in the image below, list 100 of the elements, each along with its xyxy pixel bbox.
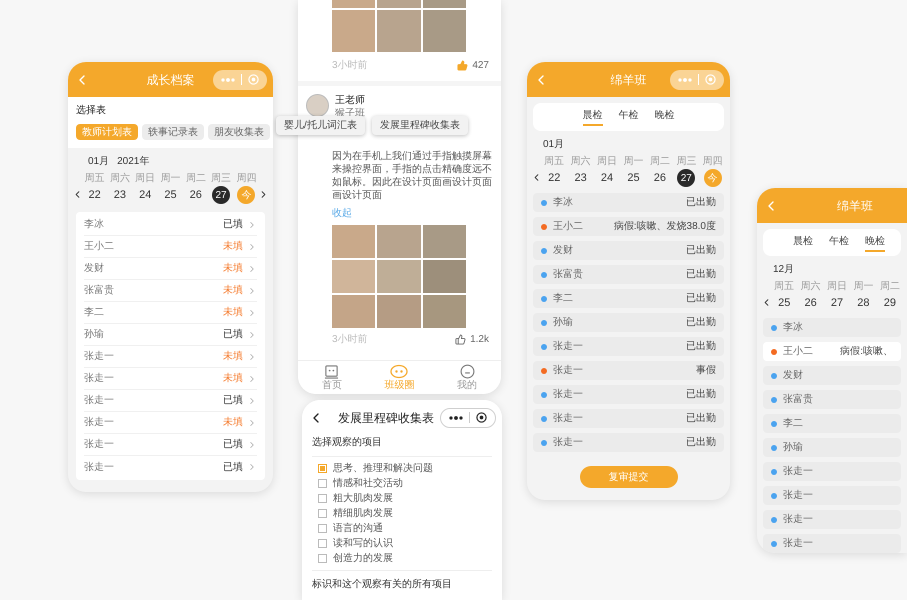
student-row[interactable]: 张走一 未填 — [84, 346, 257, 368]
form-chip[interactable]: 朋友收集表 — [208, 124, 270, 140]
date-label[interactable]: 23 — [114, 186, 126, 204]
checkbox-row[interactable]: 语言的沟通 — [318, 521, 492, 536]
attendance-row[interactable]: 张走一 — [763, 462, 901, 481]
checkbox-row[interactable]: 情感和社交活动 — [318, 476, 492, 491]
attendance-row[interactable]: 张走一 事假 — [533, 361, 724, 380]
attendance-row[interactable]: 孙瑜 已出勤 — [533, 313, 724, 332]
tab[interactable]: 晨检 — [582, 108, 602, 126]
form-chip[interactable]: 发展里程碑收集表 — [372, 116, 468, 135]
date-label[interactable]: 25 — [778, 294, 790, 312]
date-label[interactable]: 22 — [88, 186, 101, 204]
checkbox-row[interactable]: 思考、推理和解决问题 — [318, 461, 492, 476]
attendance-row[interactable]: 张走一 — [763, 510, 901, 529]
attendance-row[interactable]: 张走一 — [763, 534, 901, 553]
date-label[interactable]: 27 — [830, 294, 844, 312]
date-label[interactable]: 24 — [139, 186, 152, 204]
student-row[interactable]: 孙瑜 已填 — [84, 324, 257, 346]
photo-placeholder[interactable] — [377, 295, 421, 328]
photo-placeholder[interactable] — [332, 10, 376, 52]
attendance-row[interactable]: 发财 已出勤 — [533, 241, 724, 260]
photo-placeholder[interactable] — [422, 225, 466, 258]
student-name: 发财 — [553, 244, 573, 258]
student-row[interactable]: 王小二 未填 — [84, 236, 257, 258]
checkbox-row[interactable]: 粗大肌肉发展 — [318, 491, 492, 506]
attendance-row[interactable]: 张富贵 已出勤 — [533, 265, 724, 284]
student-name: 张富贵 — [783, 392, 813, 407]
student-row[interactable]: 张走一 已填 — [84, 456, 257, 478]
date-label[interactable]: 26 — [804, 294, 817, 312]
date-label[interactable]: 26 — [190, 186, 202, 204]
attendance-row[interactable]: 孙瑜 — [763, 438, 901, 457]
photo-placeholder[interactable] — [422, 0, 466, 8]
checkbox-row[interactable]: 创造力的发展 — [318, 551, 492, 566]
photo-placeholder[interactable] — [332, 0, 376, 8]
student-row[interactable]: 张走一 已填 — [84, 390, 257, 412]
tab[interactable]: 午检 — [829, 234, 849, 252]
avatar[interactable] — [306, 94, 329, 117]
date-label[interactable]: 23 — [574, 169, 587, 187]
attendance-status: 已出勤 — [686, 316, 716, 330]
attendance-row[interactable]: 张走一 已出勤 — [533, 337, 724, 356]
photo-placeholder[interactable] — [332, 225, 376, 258]
photo-placeholder[interactable] — [377, 225, 421, 258]
attendance-row[interactable]: 李冰 已出勤 — [533, 193, 724, 212]
checkbox[interactable] — [318, 554, 327, 563]
date-selected[interactable]: 27 — [677, 169, 696, 187]
photo-placeholder[interactable] — [377, 10, 421, 52]
attendance-row[interactable]: 张富贵 — [763, 390, 901, 409]
photo-placeholder[interactable] — [377, 0, 421, 8]
checkbox[interactable] — [318, 524, 327, 533]
tab[interactable]: 晚检 — [865, 234, 885, 252]
date-label[interactable]: 24 — [600, 169, 614, 187]
attendance-row[interactable]: 王小二 病假:咳嗽、 — [763, 342, 901, 361]
student-row[interactable]: 张走一 已填 — [84, 434, 257, 456]
checkbox-row[interactable]: 读和写的认识 — [318, 536, 492, 551]
photo-placeholder[interactable] — [422, 260, 466, 293]
student-row[interactable]: 李冰 已填 — [84, 214, 257, 236]
section-label: 标识和这个观察有关的所有项目 — [312, 570, 492, 592]
tab[interactable]: 晨检 — [793, 234, 813, 252]
attendance-row[interactable]: 李二 已出勤 — [533, 289, 724, 308]
attendance-row[interactable]: 张走一 已出勤 — [533, 433, 724, 452]
student-row[interactable]: 张走一 未填 — [84, 412, 257, 434]
attendance-row[interactable]: 李二 — [763, 414, 901, 433]
attendance-row[interactable]: 王小二 病假:咳嗽、发烧38.0度 — [533, 217, 724, 236]
like-icon[interactable] — [455, 334, 466, 345]
student-name: 李二 — [783, 416, 803, 431]
capsule-menu[interactable] — [440, 408, 496, 428]
attendance-status: 病假:咳嗽、 — [840, 344, 893, 359]
photo-placeholder[interactable] — [332, 260, 376, 293]
photo-placeholder[interactable] — [332, 295, 376, 328]
checkbox[interactable] — [318, 464, 327, 473]
student-row[interactable]: 张走一 未填 — [84, 368, 257, 390]
checkbox-row[interactable]: 精细肌肉发展 — [318, 506, 492, 521]
date-label[interactable]: 25 — [164, 186, 177, 204]
tab[interactable]: 晚检 — [654, 108, 674, 126]
date-label[interactable]: 28 — [857, 294, 870, 312]
form-chip[interactable]: 婴儿/托儿词汇表 — [276, 116, 365, 135]
form-chip[interactable]: 轶事记录表 — [142, 124, 204, 140]
photo-placeholder[interactable] — [422, 10, 466, 52]
student-row[interactable]: 张富贵 未填 — [84, 280, 257, 302]
date-label[interactable]: 26 — [654, 169, 666, 187]
date-label[interactable]: 29 — [884, 294, 896, 312]
checkbox[interactable] — [318, 539, 327, 548]
attendance-row[interactable]: 发财 — [763, 366, 901, 385]
checkbox[interactable] — [318, 509, 327, 518]
checkbox[interactable] — [318, 494, 327, 503]
attendance-row[interactable]: 张走一 — [763, 486, 901, 505]
tab[interactable]: 午检 — [618, 108, 638, 126]
student-name: 张富贵 — [553, 268, 583, 282]
student-row[interactable]: 发财 未填 — [84, 258, 257, 280]
like-count: 427 — [472, 59, 489, 73]
student-row[interactable]: 李二 未填 — [84, 302, 257, 324]
attendance-row[interactable]: 张走一 已出勤 — [533, 409, 724, 428]
attendance-row[interactable]: 张走一 已出勤 — [533, 385, 724, 404]
attendance-row[interactable]: 李冰 — [763, 318, 901, 337]
date-label[interactable]: 22 — [548, 169, 560, 187]
photo-placeholder[interactable] — [422, 295, 466, 328]
date-selected[interactable]: 27 — [212, 186, 230, 204]
date-label[interactable]: 25 — [627, 169, 640, 187]
checkbox[interactable] — [318, 479, 327, 488]
photo-placeholder[interactable] — [377, 260, 421, 293]
